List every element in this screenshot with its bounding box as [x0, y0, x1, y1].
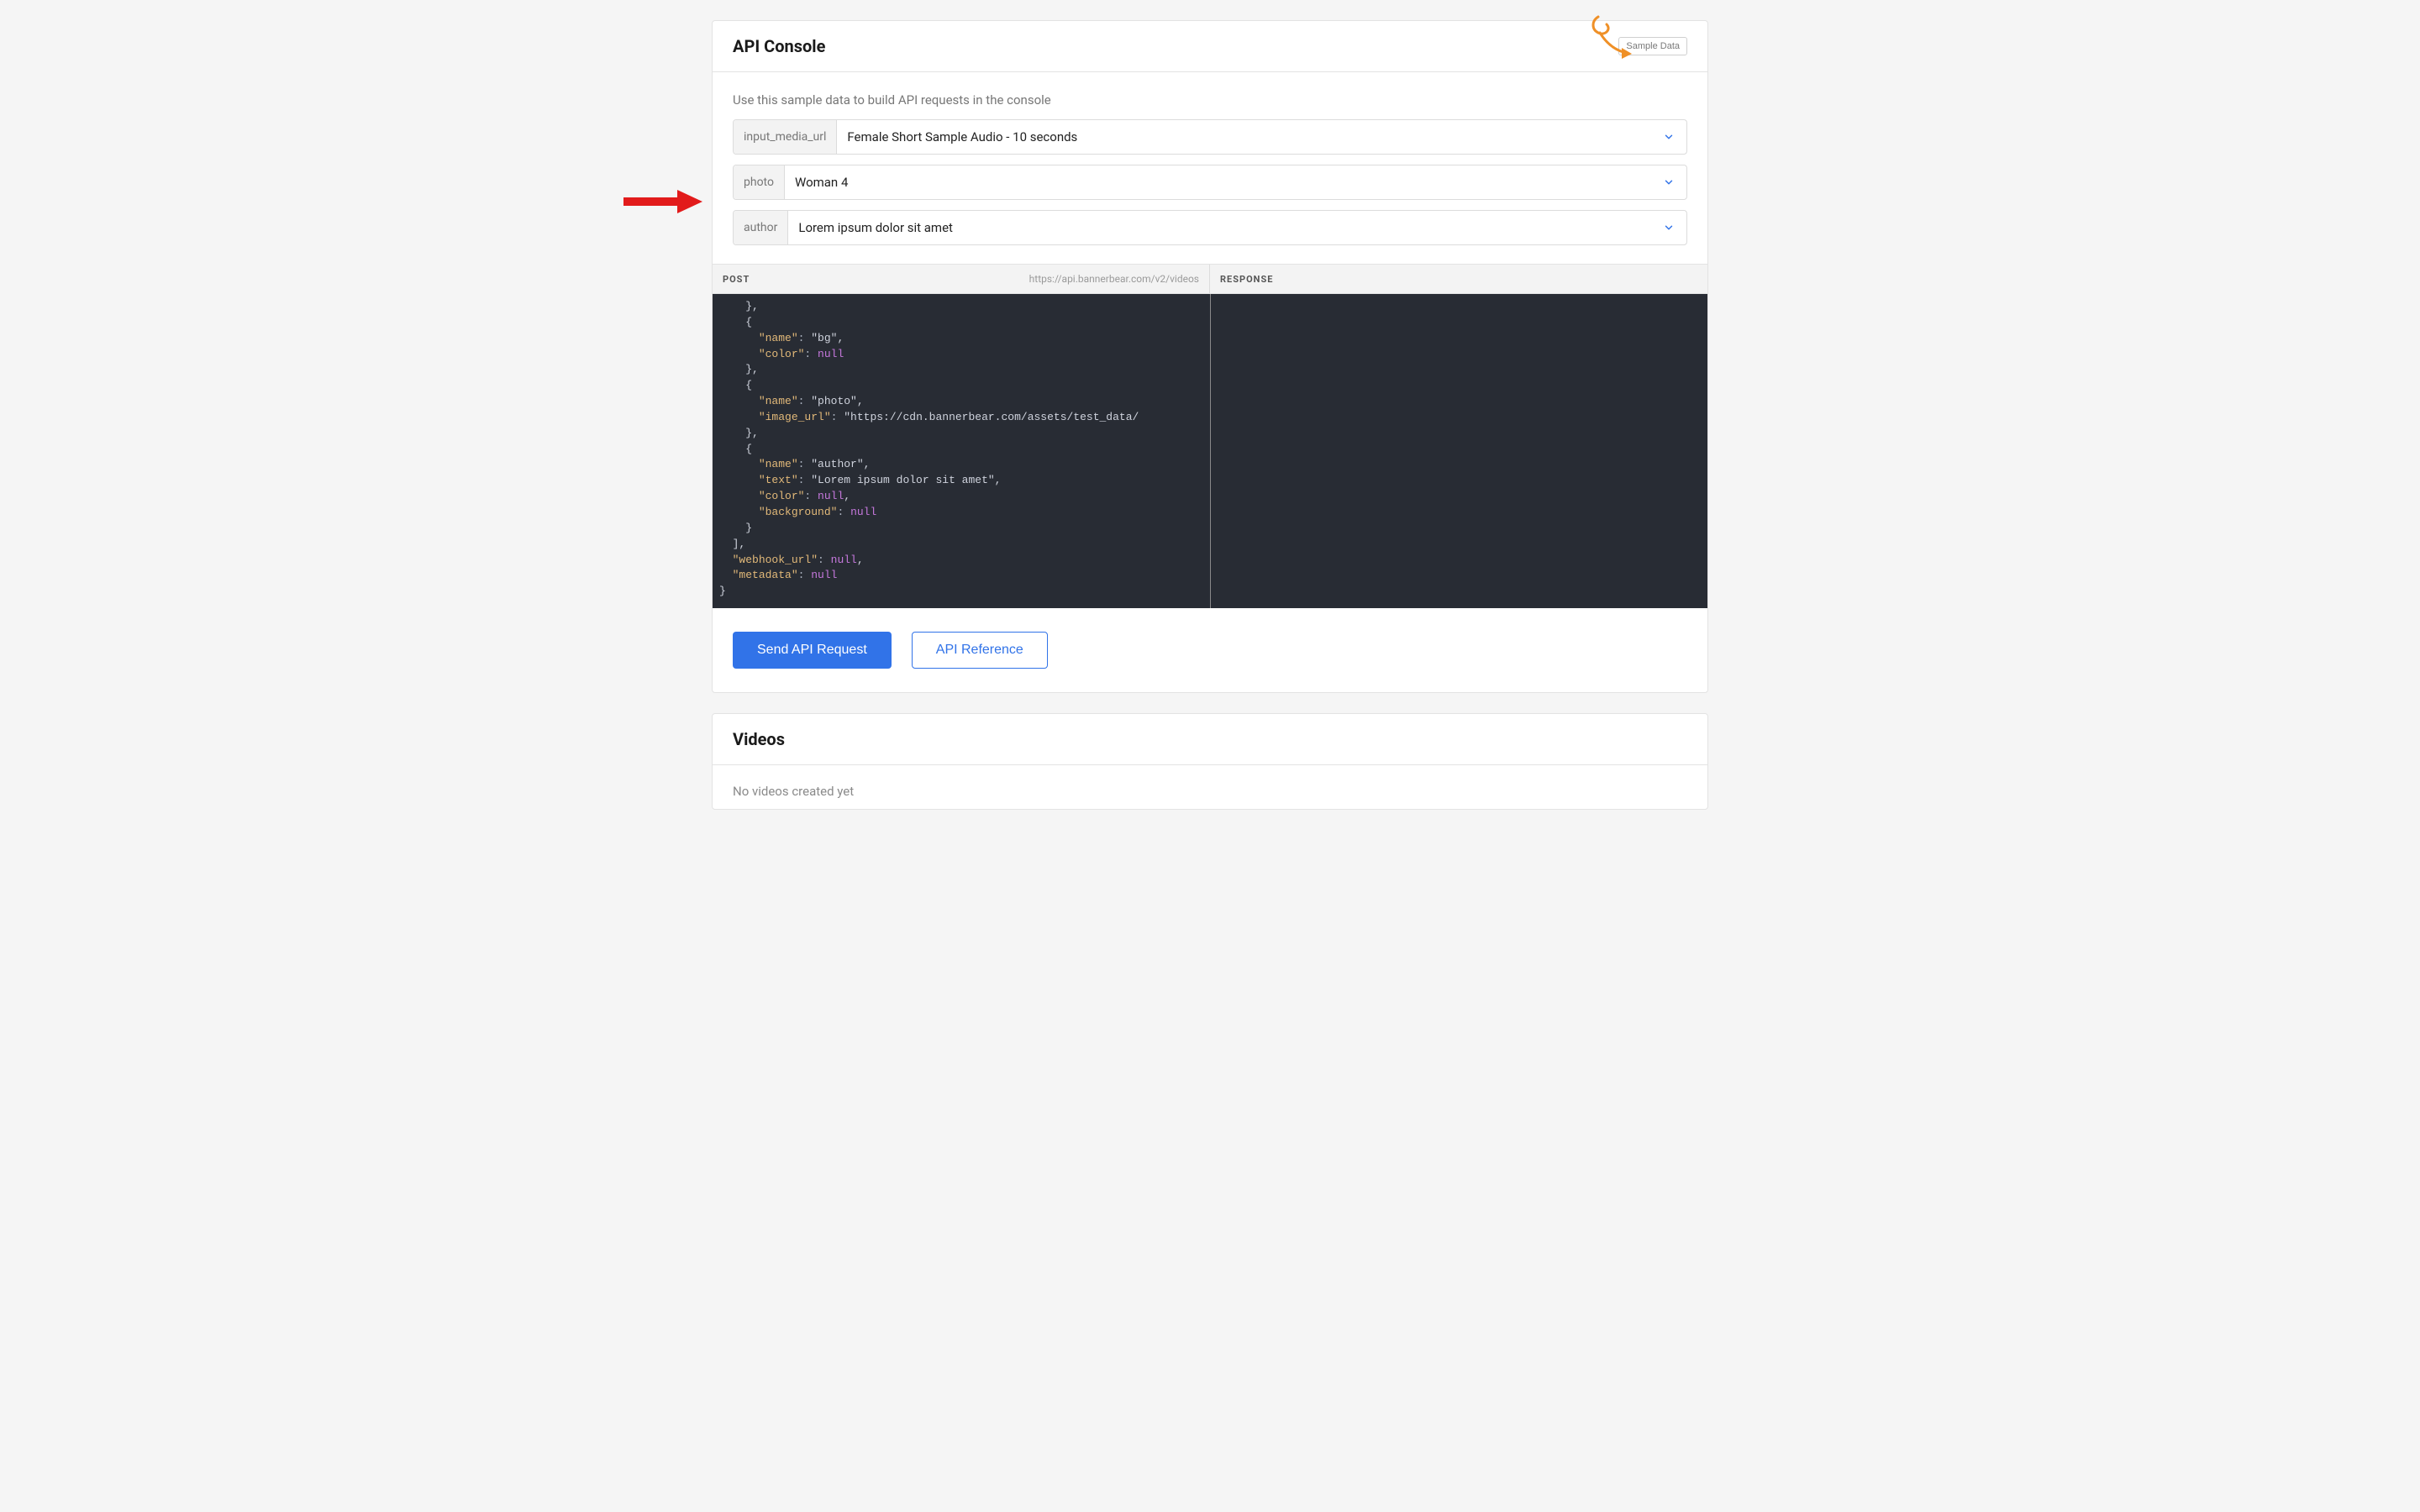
field-value-text: Lorem ipsum dolor sit amet	[798, 220, 953, 235]
field-input-media-url[interactable]: input_media_url Female Short Sample Audi…	[733, 119, 1687, 155]
post-label: POST	[723, 274, 750, 285]
page-title: API Console	[733, 36, 825, 56]
api-reference-button[interactable]: API Reference	[912, 632, 1048, 669]
videos-empty-text: No videos created yet	[713, 765, 1707, 809]
field-value-text: Woman 4	[795, 175, 848, 190]
field-select[interactable]: Lorem ipsum dolor sit amet	[788, 211, 1686, 244]
field-label: input_media_url	[734, 120, 837, 154]
field-value-text: Female Short Sample Audio - 10 seconds	[847, 129, 1077, 144]
field-photo[interactable]: photo Woman 4	[733, 165, 1687, 200]
response-label: RESPONSE	[1220, 274, 1273, 285]
request-body-pane[interactable]: }, { "name": "bg", "color": null }, { "n…	[713, 294, 1210, 608]
videos-title: Videos	[733, 729, 785, 749]
chevron-down-icon	[1661, 220, 1676, 235]
videos-card: Videos No videos created yet	[712, 713, 1708, 810]
field-select[interactable]: Female Short Sample Audio - 10 seconds	[837, 120, 1686, 154]
field-select[interactable]: Woman 4	[785, 165, 1686, 199]
hint-text: Use this sample data to build API reques…	[713, 72, 1707, 119]
endpoint-url: https://api.bannerbear.com/v2/videos	[1029, 273, 1199, 285]
api-console-card: API Console Sample Data Use this sample …	[712, 20, 1708, 693]
code-area: }, { "name": "bg", "color": null }, { "n…	[713, 294, 1707, 608]
field-label: photo	[734, 165, 785, 199]
annotation-red-arrow	[620, 185, 704, 218]
response-body-pane	[1211, 294, 1708, 608]
send-api-request-button[interactable]: Send API Request	[733, 632, 892, 669]
annotation-orange-arrow	[1583, 14, 1635, 63]
chevron-down-icon	[1661, 175, 1676, 190]
field-author[interactable]: author Lorem ipsum dolor sit amet	[733, 210, 1687, 245]
chevron-down-icon	[1661, 129, 1676, 144]
field-label: author	[734, 211, 788, 244]
request-response-header: POST https://api.bannerbear.com/v2/video…	[713, 264, 1707, 294]
